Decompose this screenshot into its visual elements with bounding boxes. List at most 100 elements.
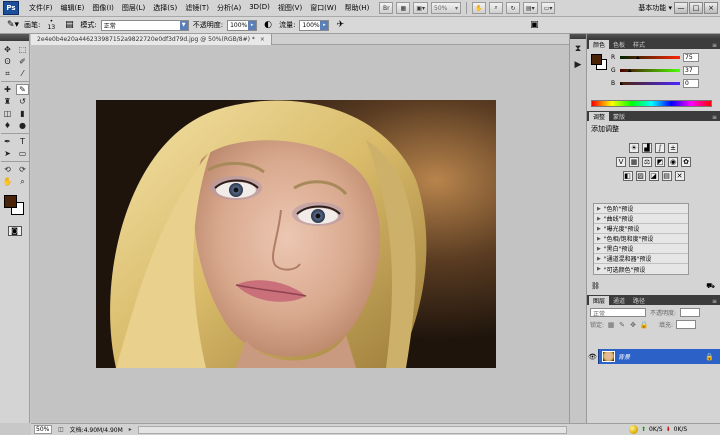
preset-item[interactable]: ▶ "通道混和器"预设 xyxy=(594,254,688,264)
curves-icon[interactable]: ∫ xyxy=(655,143,665,153)
color-spectrum[interactable] xyxy=(591,100,712,107)
menu-3d[interactable]: 3D(D) xyxy=(245,3,274,13)
panel-grip[interactable] xyxy=(0,34,29,41)
menu-view[interactable]: 视图(V) xyxy=(274,3,306,13)
preset-item[interactable]: ▶ "曲线"预设 xyxy=(594,214,688,224)
levels-icon[interactable]: ▟ xyxy=(642,143,652,153)
preset-item[interactable]: ▶ "可选颜色"预设 xyxy=(594,264,688,274)
exposure-icon[interactable]: ± xyxy=(668,143,678,153)
fill-input[interactable] xyxy=(676,320,697,329)
clip-to-layer-icon[interactable]: ⛓ xyxy=(591,282,600,291)
selective-color-icon[interactable]: ✕ xyxy=(674,171,685,181)
mini-bridge-icon[interactable]: ▦ xyxy=(396,2,411,14)
workspace-switcher[interactable]: 基本功能 ▾ xyxy=(638,3,672,13)
preset-item[interactable]: ▶ "曝光度"预设 xyxy=(594,224,688,234)
rotate-view-icon[interactable]: ↻ xyxy=(506,2,520,14)
marquee-tool-icon[interactable]: ⬚ xyxy=(16,44,29,55)
tab-masks[interactable]: 蒙版 xyxy=(609,112,629,121)
network-ball-icon[interactable] xyxy=(629,425,638,434)
blend-mode-select[interactable]: 正常 xyxy=(590,308,646,318)
tab-swatches[interactable]: 色板 xyxy=(609,40,629,49)
crop-tool-icon[interactable]: ⌗ xyxy=(1,68,14,79)
path-select-tool-icon[interactable]: ➤ xyxy=(1,148,14,159)
menu-help[interactable]: 帮助(H) xyxy=(341,3,374,13)
menu-edit[interactable]: 编辑(E) xyxy=(57,3,89,13)
brightness-contrast-icon[interactable]: ☀ xyxy=(629,143,639,153)
color-balance-icon[interactable]: ⚖ xyxy=(642,157,652,167)
brush-size-picker[interactable]: • 13 xyxy=(44,19,58,31)
tablet-opacity-icon[interactable]: ◐ xyxy=(261,19,275,31)
hue-saturation-icon[interactable]: ▦ xyxy=(629,157,639,167)
threshold-icon[interactable]: ◪ xyxy=(648,171,659,181)
tab-layers[interactable]: 图层 xyxy=(589,296,610,305)
menu-select[interactable]: 选择(S) xyxy=(149,3,181,13)
channel-mixer-icon[interactable]: ✿ xyxy=(681,157,691,167)
airbrush-icon[interactable]: ✈ xyxy=(333,19,347,31)
panel-menu-icon[interactable]: ≡ xyxy=(712,42,720,49)
quick-mask-icon[interactable]: ◙ xyxy=(7,226,22,236)
blue-slider[interactable] xyxy=(620,82,680,85)
bridge-icon[interactable]: Br xyxy=(379,2,394,14)
3d-orbit-tool-icon[interactable]: ⟳ xyxy=(16,164,29,175)
hand-tool-icon[interactable]: ✋ xyxy=(472,2,486,14)
menu-image[interactable]: 图像(I) xyxy=(88,3,118,13)
tab-adjustments[interactable]: 调整 xyxy=(589,112,610,121)
foreground-color-swatch[interactable] xyxy=(591,54,602,65)
status-menu-icon[interactable]: ▸ xyxy=(129,426,132,433)
black-white-icon[interactable]: ◩ xyxy=(655,157,665,167)
menu-file[interactable]: 文件(F) xyxy=(25,3,57,13)
layer-name[interactable]: 背景 xyxy=(618,352,705,361)
green-value[interactable]: 37 xyxy=(683,66,699,75)
tab-styles[interactable]: 样式 xyxy=(629,40,649,49)
quick-select-tool-icon[interactable]: ✐ xyxy=(16,56,29,67)
clone-stamp-tool-icon[interactable]: ♜ xyxy=(1,96,14,107)
photo-filter-icon[interactable]: ◉ xyxy=(668,157,678,167)
history-brush-tool-icon[interactable]: ↺ xyxy=(16,96,29,107)
brush-preset-icon[interactable]: ✎▾ xyxy=(6,19,20,31)
brush-tool-icon[interactable]: ✎ xyxy=(16,84,29,95)
status-zoom-field[interactable]: 50% xyxy=(34,425,52,434)
menu-layer[interactable]: 图层(L) xyxy=(118,3,149,13)
type-tool-icon[interactable]: T xyxy=(16,136,29,147)
vibrance-icon[interactable]: V xyxy=(616,157,626,167)
status-nav-icon[interactable]: ◫ xyxy=(58,426,64,433)
preset-item[interactable]: ▶ "黑白"预设 xyxy=(594,244,688,254)
eyedropper-tool-icon[interactable]: ⁄ xyxy=(16,68,29,79)
invert-icon[interactable]: ◧ xyxy=(622,171,633,181)
zoom-level-dropdown[interactable]: 50% ▾ xyxy=(431,2,461,14)
minimize-button[interactable]: — xyxy=(674,2,688,14)
arrange-documents-icon[interactable]: ▤▾ xyxy=(523,2,538,14)
menu-analysis[interactable]: 分析(A) xyxy=(213,3,245,13)
tablet-pressure-icon[interactable]: ▣ xyxy=(527,19,541,31)
pen-tool-icon[interactable]: ✒ xyxy=(1,136,14,147)
screen-mode-icon[interactable]: ▭▾ xyxy=(540,2,556,14)
brush-panel-toggle-icon[interactable]: ▤ xyxy=(62,19,76,31)
lock-all-icon[interactable]: 🔒 xyxy=(640,321,649,329)
lock-position-icon[interactable]: ✥ xyxy=(629,321,637,329)
hand-tool-icon[interactable]: ✋ xyxy=(1,176,14,187)
opacity-input[interactable]: 100% ▸ xyxy=(227,19,258,31)
blur-tool-icon[interactable]: ♦ xyxy=(1,120,14,131)
tab-channels[interactable]: 通道 xyxy=(609,296,629,305)
lock-transparency-icon[interactable]: ▦ xyxy=(607,321,615,329)
lasso-tool-icon[interactable]: ʘ xyxy=(1,56,14,67)
canvas-area[interactable] xyxy=(31,45,569,422)
gradient-tool-icon[interactable]: ▮ xyxy=(16,108,29,119)
shape-tool-icon[interactable]: ▭ xyxy=(16,148,29,159)
panel-grip[interactable] xyxy=(570,34,586,39)
menu-filter[interactable]: 滤镜(T) xyxy=(181,3,213,13)
foreground-color-swatch[interactable] xyxy=(4,195,17,208)
move-tool-icon[interactable]: ✥ xyxy=(1,44,14,55)
maximize-button[interactable]: □ xyxy=(689,2,703,14)
posterize-icon[interactable]: ▨ xyxy=(635,171,646,181)
document-photo[interactable] xyxy=(96,100,496,368)
red-value[interactable]: 75 xyxy=(683,53,699,62)
panel-menu-icon[interactable]: ≡ xyxy=(712,298,720,305)
eraser-tool-icon[interactable]: ◫ xyxy=(1,108,14,119)
actions-panel-icon[interactable]: ▶ xyxy=(571,58,585,71)
zoom-tool-icon[interactable]: ⌕ xyxy=(16,176,29,187)
layer-row-background[interactable]: 👁 背景 🔒 xyxy=(587,349,720,364)
history-panel-icon[interactable]: ⧗ xyxy=(571,42,585,55)
close-button[interactable]: × xyxy=(704,2,718,14)
zoom-tool-icon[interactable]: ⌕ xyxy=(489,2,503,14)
